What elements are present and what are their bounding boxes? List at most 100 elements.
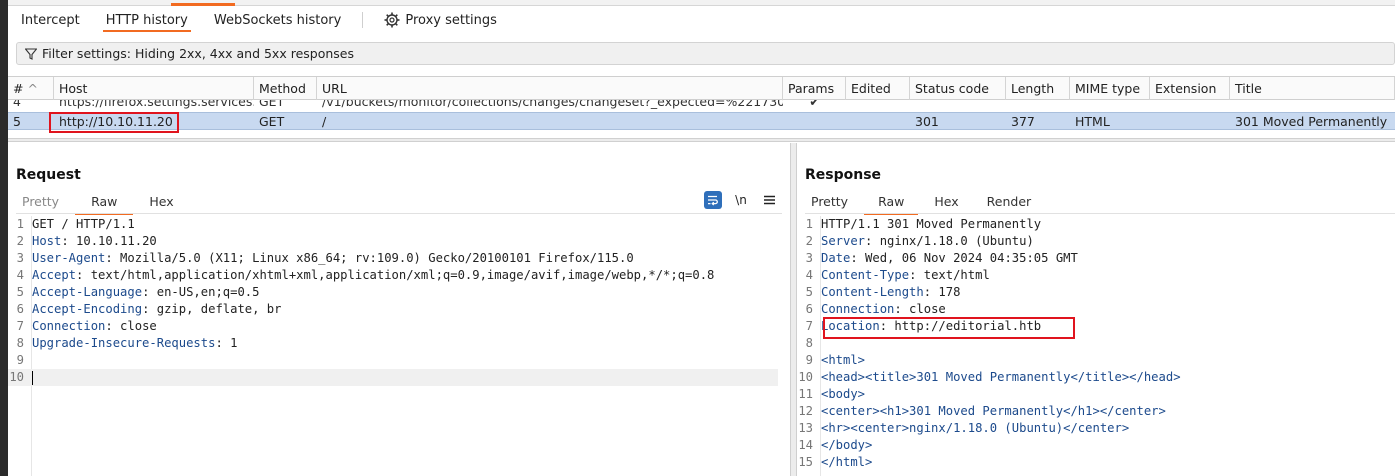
column-header-length[interactable]: Length [1006, 77, 1070, 100]
response-editor[interactable]: 1 HTTP/1.1 301 Moved Permanently 2 Server:… [797, 216, 1392, 471]
code-line: 15 </html> [797, 454, 1392, 471]
header-name: Accept [32, 268, 77, 282]
tab-intercept[interactable]: Intercept [8, 7, 93, 33]
header-colon: : [61, 234, 69, 248]
table-row-selected[interactable]: 5 http://10.10.11.20 GET / 301 377 HTML … [8, 112, 1395, 130]
header-value: nginx/1.18.0 (Ubuntu) [872, 234, 1034, 248]
request-tab-raw[interactable]: Raw [73, 192, 135, 215]
menu-icon[interactable] [760, 191, 778, 209]
column-header-url[interactable]: URL [317, 77, 783, 100]
tab-http-history[interactable]: HTTP history [93, 7, 201, 33]
request-editor[interactable]: 1 GET / HTTP/1.1 2 Host: 10.10.11.20 3 User… [8, 216, 778, 386]
code-line: 14 </body> [797, 437, 1392, 454]
line-number: 7 [16, 319, 24, 333]
code-line: 3 Date: Wed, 06 Nov 2024 04:35:05 GMT [797, 250, 1392, 267]
cell-method: GET [259, 100, 285, 109]
line-text: <head><title>301 Moved Permanently</titl… [821, 370, 1181, 384]
host-highlight-box [49, 112, 179, 133]
active-top-tab-indicator [171, 3, 235, 6]
line-number: 3 [805, 251, 813, 265]
code-line: 10 <head><title>301 Moved Permanently</ti… [797, 369, 1392, 386]
column-header-title[interactable]: Title [1230, 77, 1395, 100]
line-number: 5 [805, 285, 813, 299]
column-label: URL [322, 81, 347, 96]
tab-proxy-settings[interactable]: Proxy settings [371, 7, 510, 33]
line-number: 4 [16, 268, 24, 282]
column-header-host[interactable]: Host [54, 77, 254, 100]
line-number: 6 [16, 302, 24, 316]
code-line: 1 HTTP/1.1 301 Moved Permanently [797, 216, 1392, 233]
code-line: 8 Upgrade-Insecure-Requests: 1 [8, 335, 778, 352]
cell-params-check-icon: ✔ [809, 100, 820, 109]
line-number: 10 [9, 370, 24, 384]
line-text: </body> [821, 438, 873, 452]
table-row[interactable]: 4 https://firefox.settings.services.... … [8, 100, 1395, 112]
response-tab-raw[interactable]: Raw [862, 192, 920, 215]
code-line: 3 User-Agent: Mozilla/5.0 (X11; Linux x86… [8, 250, 778, 267]
line-number: 4 [805, 268, 813, 282]
line-text: </html> [821, 455, 873, 469]
proxy-tabs: Intercept HTTP history WebSockets histor… [8, 7, 1395, 33]
header-value: close [112, 319, 157, 333]
header-name: User-Agent [32, 251, 106, 265]
column-header-mime-type[interactable]: MIME type [1070, 77, 1150, 100]
header-colon: : [894, 302, 902, 316]
column-header-number[interactable]: # ^ [8, 77, 54, 100]
column-header-method[interactable]: Method [254, 77, 317, 100]
response-tab-pretty[interactable]: Pretty [797, 192, 862, 214]
line-number: 10 [798, 370, 813, 384]
newline-toggle[interactable]: \n [732, 191, 750, 209]
line-number: 6 [805, 302, 813, 316]
column-label: Length [1011, 81, 1055, 96]
sort-ascending-icon: ^ [27, 81, 38, 96]
filter-icon [25, 47, 37, 60]
tab-http-history-label: HTTP history [105, 12, 188, 28]
column-label: Params [788, 81, 835, 96]
tab-websockets-history[interactable]: WebSockets history [201, 7, 354, 33]
column-header-params[interactable]: Params [783, 77, 846, 100]
line-number: 11 [798, 387, 813, 401]
column-label: Extension [1155, 81, 1217, 96]
response-tab-hex[interactable]: Hex [920, 192, 972, 214]
code-line: 4 Accept: text/html,application/xhtml+xml… [8, 267, 778, 284]
table-header: # ^ Host Method URL Params Edited Status… [8, 77, 1395, 100]
header-name: Upgrade-Insecure-Requests [32, 336, 216, 350]
column-header-edited[interactable]: Edited [846, 77, 910, 100]
line-text: <center><h1>301 Moved Permanently</h1></… [821, 404, 1166, 418]
hamburger-glyph-icon [763, 195, 775, 205]
header-colon: : [850, 251, 858, 265]
text-caret [32, 370, 33, 385]
request-tab-pretty[interactable]: Pretty [8, 192, 73, 214]
line-text: GET / HTTP/1.1 [32, 217, 135, 231]
cell-mime-type: HTML [1075, 114, 1110, 129]
code-line: 9 [8, 352, 778, 369]
cell-host: https://firefox.settings.services.... [59, 100, 254, 109]
cell-url: / [322, 114, 327, 129]
cell-title: 301 Moved Permanently [1235, 114, 1388, 129]
line-text: HTTP/1.1 301 Moved Permanently [821, 217, 1042, 231]
line-number: 2 [805, 234, 813, 248]
code-line: 6 Accept-Encoding: gzip, deflate, br [8, 301, 778, 318]
code-line: 13 <hr><center>nginx/1.18.0 (Ubuntu)</cen… [797, 420, 1392, 437]
header-value: en-US,en;q=0.5 [149, 285, 260, 299]
header-value: text/html,application/xhtml+xml,applicat… [83, 268, 715, 282]
request-title: Request [16, 167, 81, 183]
header-colon: : [923, 285, 932, 299]
horizontal-splitter[interactable] [8, 138, 1395, 142]
code-line: 11 <body> [797, 386, 1392, 403]
cell-length: 377 [1011, 114, 1035, 129]
cell-number: 5 [13, 114, 21, 129]
line-number: 2 [16, 234, 24, 248]
response-tab-render[interactable]: Render [973, 192, 1046, 214]
column-header-extension[interactable]: Extension [1150, 77, 1230, 100]
line-number: 12 [798, 404, 813, 418]
cell-url: /v1/buckets/monitor/collections/changes/… [322, 100, 783, 109]
line-number: 8 [805, 336, 813, 350]
request-tab-hex[interactable]: Hex [135, 192, 187, 214]
wrap-icon[interactable] [704, 191, 722, 209]
line-number: 7 [805, 319, 813, 333]
column-header-status-code[interactable]: Status code [910, 77, 1006, 100]
filter-settings-bar[interactable]: Filter settings: Hiding 2xx, 4xx and 5xx… [16, 42, 1395, 65]
code-line: 5 Accept-Language: en-US,en;q=0.5 [8, 284, 778, 301]
code-line: 7 Connection: close [8, 318, 778, 335]
